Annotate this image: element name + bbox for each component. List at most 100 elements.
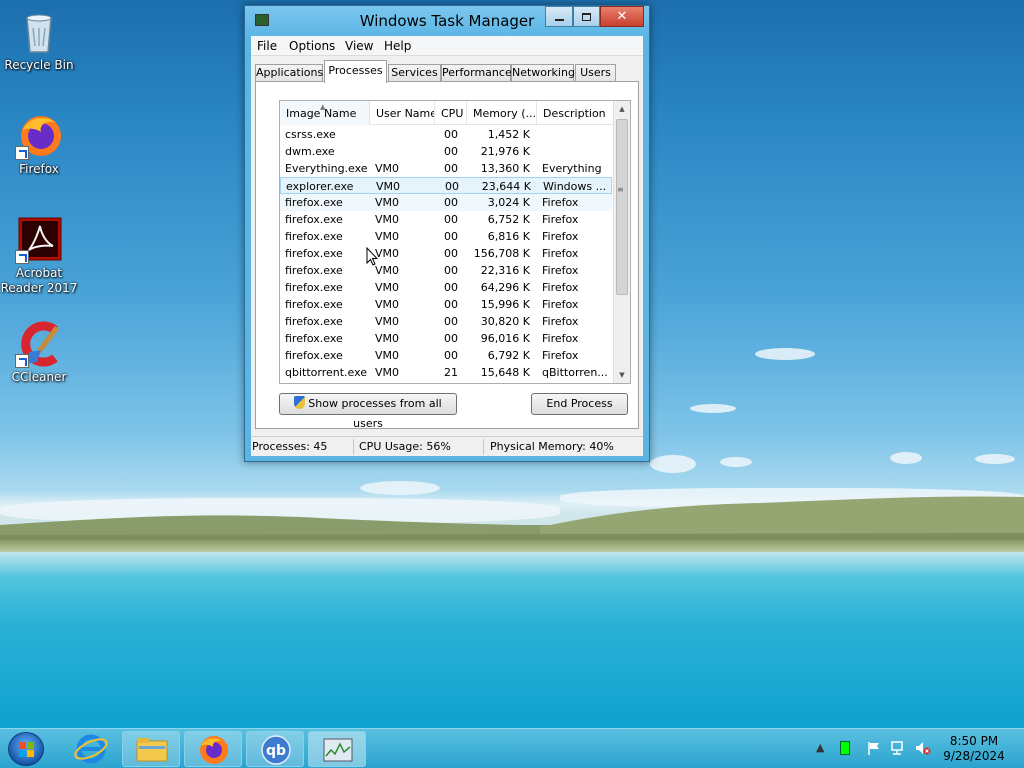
taskbar-file-explorer[interactable]	[122, 731, 180, 767]
desktop-icon-recycle-bin[interactable]: Recycle Bin	[0, 8, 78, 73]
table-row[interactable]: firefox.exe VM0 00 6,792 K Firefox	[280, 347, 612, 364]
show-all-processes-button[interactable]: Show processes from all users	[279, 393, 457, 430]
table-row[interactable]: firefox.exe VM0 00 6,752 K Firefox	[280, 211, 612, 228]
shortcut-arrow-icon	[15, 146, 29, 160]
desktop-icon-ccleaner[interactable]: CCleaner	[0, 320, 78, 385]
table-row[interactable]: firefox.exe VM0 00 156,708 K Firefox	[280, 245, 612, 262]
show-hidden-icons[interactable]: ▲	[816, 741, 824, 754]
menu-file[interactable]: File	[257, 39, 277, 53]
cell-memory: 156,708 K	[473, 247, 530, 260]
taskbar-internet-explorer[interactable]	[62, 731, 120, 767]
title-bar[interactable]: Windows Task Manager ✕	[245, 6, 649, 36]
cell-cpu: 00	[444, 332, 458, 345]
cell-memory: 22,316 K	[480, 264, 530, 277]
start-button[interactable]	[8, 732, 44, 766]
cell-memory: 1,452 K	[487, 128, 530, 141]
cell-cpu: 00	[444, 145, 458, 158]
cell-description: Firefox	[542, 332, 579, 345]
taskbar-qbittorrent[interactable]: qb	[246, 731, 304, 767]
table-row[interactable]: firefox.exe VM0 00 15,996 K Firefox	[280, 296, 612, 313]
network-icon[interactable]	[890, 740, 908, 756]
cell-description: Firefox	[542, 196, 579, 209]
table-row[interactable]: firefox.exe VM0 00 96,016 K Firefox	[280, 330, 612, 347]
cell-user-name: VM0	[375, 213, 400, 226]
scroll-down-icon[interactable]: ▼	[614, 367, 630, 383]
column-user-name[interactable]: User Name	[370, 101, 435, 125]
table-row[interactable]: firefox.exe VM0 00 3,024 K Firefox	[280, 194, 612, 211]
desktop-icon-label: Recycle Bin	[4, 58, 74, 72]
desktop-icon-label-line1: Acrobat	[15, 266, 63, 280]
table-row[interactable]: firefox.exe VM0 00 6,816 K Firefox	[280, 228, 612, 245]
qbittorrent-icon: qb	[261, 735, 291, 765]
cell-cpu: 00	[444, 298, 458, 311]
scrollbar-thumb[interactable]	[616, 119, 628, 295]
cell-user-name: VM0	[375, 332, 400, 345]
taskbar-task-manager[interactable]	[308, 731, 366, 767]
minimize-button[interactable]	[545, 6, 573, 27]
menu-view[interactable]: View	[345, 39, 373, 53]
table-row[interactable]: firefox.exe VM0 00 22,316 K Firefox	[280, 262, 612, 279]
cell-image-name: firefox.exe	[285, 196, 343, 209]
cell-memory: 15,648 K	[480, 366, 530, 379]
cell-cpu: 00	[444, 264, 458, 277]
column-description[interactable]: Description	[537, 101, 613, 125]
maximize-icon	[582, 12, 591, 21]
status-physical-memory: Physical Memory: 40%	[490, 440, 614, 453]
cell-image-name: firefox.exe	[285, 315, 343, 328]
acrobat-reader-icon	[15, 216, 63, 264]
process-list[interactable]: ▲ Image Name User Name CPU Memory (... D…	[279, 100, 631, 384]
vertical-scrollbar[interactable]: ▲ ≡ ▼	[613, 101, 630, 383]
scroll-up-icon[interactable]: ▲	[614, 101, 630, 117]
table-row[interactable]: dwm.exe 00 21,976 K	[280, 143, 612, 160]
tab-users[interactable]: Users	[575, 64, 616, 82]
tab-networking[interactable]: Networking	[511, 64, 575, 82]
cell-memory: 6,816 K	[487, 230, 530, 243]
action-center-flag-icon[interactable]	[866, 740, 882, 756]
cell-description: qBittorren...	[542, 366, 608, 379]
end-process-button[interactable]: End Process	[531, 393, 628, 415]
table-row[interactable]: firefox.exe VM0 00 30,820 K Firefox	[280, 313, 612, 330]
status-cpu-usage: CPU Usage: 56%	[359, 440, 451, 453]
cell-description: Firefox	[542, 315, 579, 328]
tab-applications[interactable]: Applications	[255, 64, 323, 82]
maximize-button[interactable]	[573, 6, 600, 27]
tray-green-icon[interactable]	[840, 741, 850, 755]
ccleaner-icon	[15, 320, 63, 368]
uac-shield-icon	[294, 396, 306, 409]
menu-options[interactable]: Options	[289, 39, 335, 53]
cell-user-name: VM0	[375, 281, 400, 294]
svg-text:qb: qb	[266, 743, 286, 759]
cell-memory: 15,996 K	[480, 298, 530, 311]
table-row[interactable]: qbittorrent.exe VM0 21 15,648 K qBittorren..…	[280, 364, 612, 381]
column-image-name[interactable]: ▲ Image Name	[280, 101, 370, 125]
cell-memory: 64,296 K	[480, 281, 530, 294]
desktop-icon-label-line2: Reader 2017	[0, 281, 78, 295]
menu-help[interactable]: Help	[384, 39, 411, 53]
column-label: Memory (...	[473, 107, 537, 120]
cell-image-name: csrss.exe	[285, 128, 336, 141]
menu-bar: File Options View Help	[251, 36, 643, 56]
column-memory[interactable]: Memory (...	[467, 101, 537, 125]
cell-description: Firefox	[542, 213, 579, 226]
tab-performance[interactable]: Performance	[441, 64, 512, 82]
desktop-icon-acrobat-reader[interactable]: Acrobat Reader 2017	[0, 216, 78, 296]
cell-description: Firefox	[542, 281, 579, 294]
column-cpu[interactable]: CPU	[435, 101, 467, 125]
cell-user-name: VM0	[375, 349, 400, 362]
cell-image-name: firefox.exe	[285, 213, 343, 226]
tab-services[interactable]: Services	[388, 64, 441, 82]
table-row[interactable]: explorer.exe VM0 00 23,644 K Windows ...	[280, 177, 612, 194]
volume-muted-icon[interactable]	[914, 740, 932, 756]
tab-processes[interactable]: Processes	[324, 60, 387, 83]
clock[interactable]: 8:50 PM 9/28/2024	[938, 734, 1010, 764]
table-row[interactable]: firefox.exe VM0 00 64,296 K Firefox	[280, 279, 612, 296]
desktop-icon-firefox[interactable]: Firefox	[0, 112, 78, 177]
table-row[interactable]: Everything.exe VM0 00 13,360 K Everything	[280, 160, 612, 177]
cell-cpu: 00	[444, 281, 458, 294]
table-row[interactable]: csrss.exe 00 1,452 K	[280, 126, 612, 143]
cell-user-name: VM0	[375, 264, 400, 277]
column-label: Description	[543, 107, 606, 120]
close-button[interactable]: ✕	[600, 6, 644, 27]
cell-description: Firefox	[542, 349, 579, 362]
taskbar-firefox[interactable]	[184, 731, 242, 767]
